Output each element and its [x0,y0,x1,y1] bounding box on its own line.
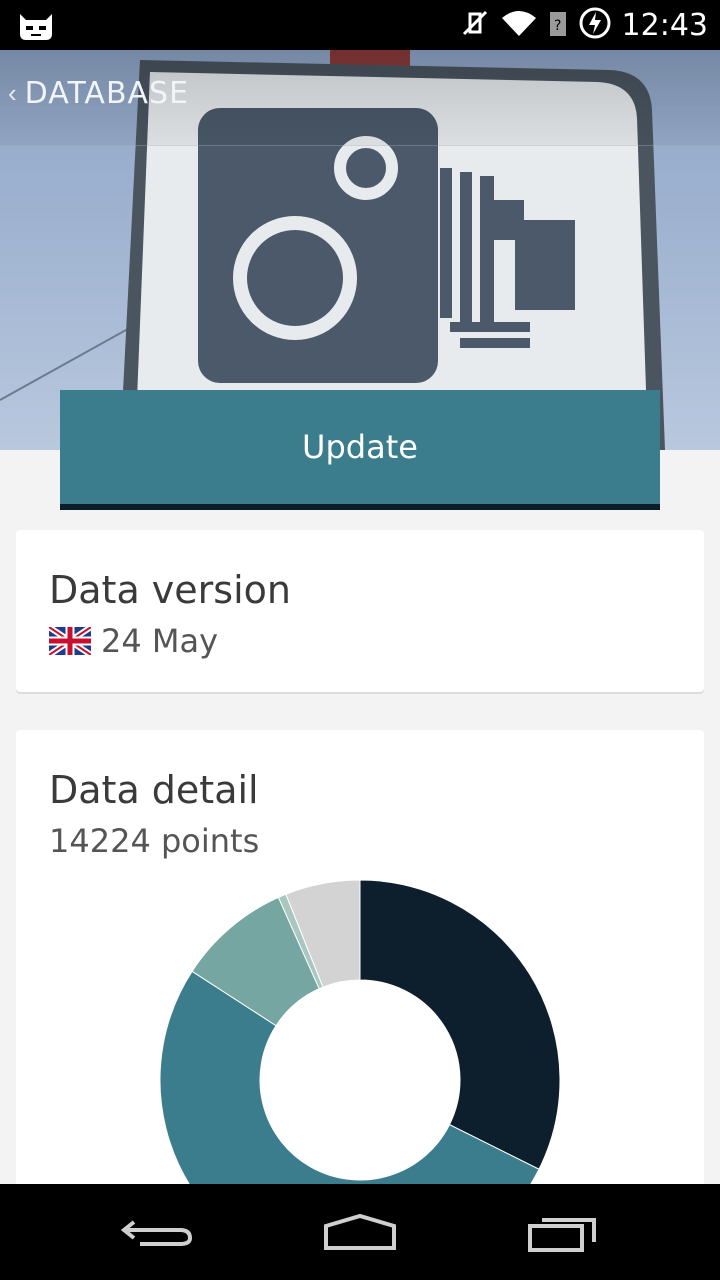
data-detail-card: Data detail 14224 points [16,730,704,1184]
data-detail-donut-chart [159,879,561,1184]
update-button[interactable]: Update [60,390,660,510]
wifi-icon [500,8,538,43]
battery-charging-icon [578,6,612,45]
data-detail-title: Data detail [49,768,259,812]
data-version-value: 24 May [101,622,219,660]
cyanogen-mascot-icon [16,8,56,42]
no-signal-icon: ? [548,8,568,43]
mute-icon [460,8,490,43]
data-version-card: Data version 24 May [16,530,704,692]
clock: 12:43 [621,7,708,43]
donut-slice-1 [359,879,561,1170]
content-area: Data version 24 May Data detail 14224 po… [0,450,720,1184]
data-version-title: Data version [49,568,291,612]
status-bar: ? 12:43 [0,0,720,50]
navigation-bar [0,1184,720,1280]
uk-flag-icon [49,627,91,655]
action-bar: ‹ DATABASE [0,50,720,146]
recents-nav-icon[interactable] [522,1212,602,1252]
page-title: DATABASE [24,76,190,111]
data-detail-points: 14224 points [49,822,260,860]
data-version-value-row: 24 May [49,622,218,660]
up-navigation[interactable]: ‹ DATABASE [8,76,189,111]
back-nav-icon[interactable] [120,1212,200,1252]
back-chevron-icon: ‹ [8,78,17,108]
home-nav-icon[interactable] [320,1212,400,1252]
svg-text:?: ? [554,18,561,34]
